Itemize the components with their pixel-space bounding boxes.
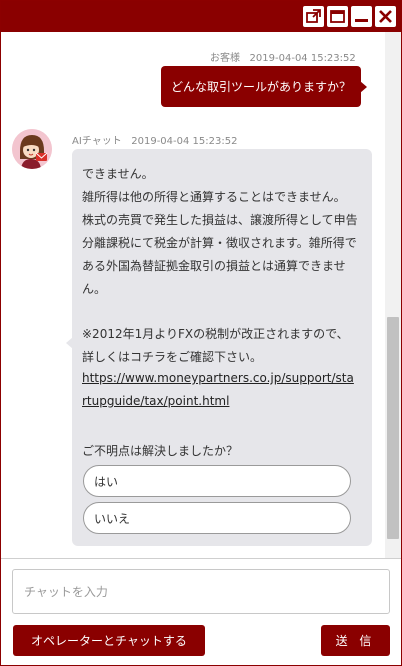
bot-timestamp: 2019-04-04 15:23:52: [131, 136, 238, 147]
bot-message-bubble: できません。 雑所得は他の所得と通算することはできません。 株式の売買で発生した…: [66, 149, 372, 546]
choice-no-button[interactable]: いいえ: [83, 502, 351, 534]
close-icon[interactable]: [375, 6, 396, 27]
title-bar: [1, 1, 401, 32]
user-sender: お客様: [210, 53, 240, 64]
bot-message-line: ある外国為替証拠金取引の損益とは通算できませ: [82, 259, 346, 273]
user-message-text: どんな取引ツールがありますか？: [170, 80, 351, 94]
operator-chat-label: オペレーターとチャットする: [31, 634, 187, 648]
bot-avatar-icon: [12, 129, 52, 169]
send-button[interactable]: 送 信: [321, 625, 390, 656]
minimize-icon[interactable]: [351, 6, 372, 27]
user-timestamp: 2019-04-04 15:23:52: [249, 53, 356, 64]
chat-scrollbar[interactable]: [385, 32, 401, 558]
chat-window: お客様 2019-04-04 15:23:52 どんな取引ツールがありますか？ …: [0, 0, 402, 666]
divider: [1, 558, 401, 559]
scrollbar-thumb[interactable]: [387, 317, 399, 539]
bot-message-line: 詳しくはコチラをご確認下さい。: [82, 350, 263, 364]
user-message-bubble: どんな取引ツールがありますか？: [161, 66, 367, 107]
bot-message-line: 株式の売買で発生した損益は、譲渡所得として申告: [82, 213, 358, 227]
choice-no-label: いいえ: [94, 511, 131, 526]
avatar: [12, 129, 52, 169]
send-label: 送 信: [335, 634, 376, 648]
user-message-meta: お客様 2019-04-04 15:23:52: [210, 49, 356, 64]
tax-info-link-continued[interactable]: rtupguide/tax/point.html: [82, 394, 229, 408]
chat-input[interactable]: チャットを入力: [12, 569, 390, 614]
bot-message-line: 分離課税にて税金が計算・徴収されます。雑所得で: [82, 236, 357, 250]
bot-message-line: ん。: [82, 282, 107, 296]
maximize-icon[interactable]: [327, 6, 348, 27]
bot-sender: AIチャット: [72, 136, 122, 147]
bot-message-line: できません。: [82, 167, 154, 181]
resolution-question: ご不明点は解決しましたか？: [82, 444, 239, 458]
operator-chat-button[interactable]: オペレーターとチャットする: [13, 625, 205, 656]
popout-icon[interactable]: [303, 6, 324, 27]
bot-message-meta: AIチャット 2019-04-04 15:23:52: [72, 132, 237, 147]
choice-yes-button[interactable]: はい: [83, 465, 351, 497]
tax-info-link[interactable]: https://www.moneypartners.co.jp/support/…: [82, 371, 354, 385]
choice-yes-label: はい: [94, 474, 119, 489]
bot-message-line: ※2012年1月よりFXの税制が改正されますので、: [82, 327, 349, 341]
chat-input-placeholder: チャットを入力: [24, 585, 108, 599]
bot-message-line: 雑所得は他の所得と通算することはできません。: [82, 190, 346, 204]
